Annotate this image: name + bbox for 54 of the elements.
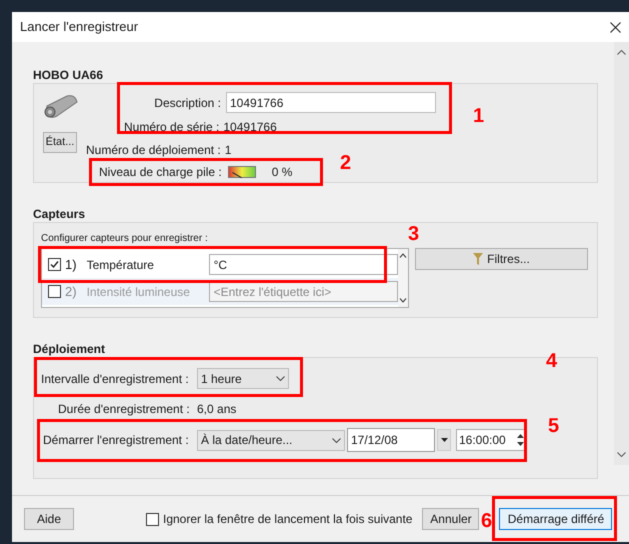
scroll-up-icon[interactable] bbox=[617, 50, 626, 55]
window-title: Lancer l'enregistreur bbox=[20, 18, 138, 36]
filters-button[interactable]: Filtres... bbox=[415, 248, 588, 270]
status-button[interactable]: État... bbox=[43, 132, 77, 153]
filter-icon bbox=[473, 253, 484, 265]
field-value: 1 bbox=[224, 142, 232, 159]
date-field[interactable]: 17/12/08 bbox=[347, 428, 435, 452]
sensor-label-field[interactable]: °C bbox=[208, 254, 398, 275]
checkbox-label: Ignorer la fenêtre de lancement la fois suivante bbox=[163, 511, 412, 528]
sensor-checkbox[interactable] bbox=[48, 285, 61, 298]
section-heading: Déploiement bbox=[33, 341, 106, 357]
field-value: 6,0 ans bbox=[197, 401, 236, 418]
field-label: Numéro de déploiement : bbox=[86, 142, 221, 159]
interval-dropdown[interactable]: 1 heure bbox=[197, 368, 289, 389]
chevron-down-icon bbox=[332, 438, 341, 442]
scrollbar[interactable] bbox=[614, 42, 629, 465]
description-field[interactable]: 10491766 bbox=[226, 92, 436, 113]
field-label: Démarrer l'enregistrement : bbox=[43, 432, 190, 449]
help-button[interactable]: Aide bbox=[24, 508, 74, 530]
annotation-number: 4 bbox=[546, 349, 558, 373]
start-mode-dropdown[interactable]: À la date/heure... bbox=[197, 430, 345, 450]
field-label: Description : bbox=[153, 94, 221, 112]
field-label: Intervalle d'enregistrement : bbox=[41, 370, 190, 388]
scroll-down-icon[interactable] bbox=[398, 298, 407, 303]
section-heading: Capteurs bbox=[33, 206, 86, 222]
field-label: Numéro de série : bbox=[124, 119, 220, 136]
annotation-number: 2 bbox=[340, 151, 352, 175]
triangle-down-icon bbox=[440, 438, 448, 442]
annotation-number: 5 bbox=[548, 414, 560, 438]
annotation-number: 1 bbox=[473, 104, 484, 128]
annotation-number: 3 bbox=[408, 222, 420, 246]
annotation-number: 6 bbox=[481, 509, 492, 533]
sensor-name: Température bbox=[86, 256, 155, 274]
delayed-start-button[interactable]: Démarrage différé bbox=[499, 508, 612, 530]
hint-text: Configurer capteurs pour enregistrer : bbox=[41, 233, 208, 245]
close-icon[interactable] bbox=[610, 22, 621, 32]
chevron-down-icon bbox=[276, 376, 285, 381]
list-scrollbar[interactable] bbox=[398, 249, 408, 307]
skip-checkbox[interactable] bbox=[146, 512, 159, 526]
time-field[interactable]: 16:00:00 bbox=[456, 429, 526, 451]
field-label: Niveau de charge pile : bbox=[99, 164, 222, 181]
date-picker-button[interactable] bbox=[437, 429, 451, 451]
battery-reading: 0 % bbox=[272, 164, 292, 181]
sensor-number: 1) bbox=[65, 256, 77, 274]
sensor-number: 2) bbox=[65, 282, 77, 301]
scroll-up-icon[interactable] bbox=[398, 253, 407, 258]
section-heading: HOBO UA66 bbox=[33, 67, 104, 83]
battery-gauge-icon bbox=[228, 166, 256, 178]
sensor-checkbox[interactable] bbox=[48, 258, 61, 271]
scroll-down-icon[interactable] bbox=[617, 452, 626, 457]
field-value: 10491766 bbox=[223, 119, 277, 136]
sensor-name: Intensité lumineuse bbox=[86, 284, 191, 300]
field-label: Durée d'enregistrement : bbox=[58, 401, 191, 418]
cancel-button[interactable]: Annuler bbox=[422, 508, 480, 530]
